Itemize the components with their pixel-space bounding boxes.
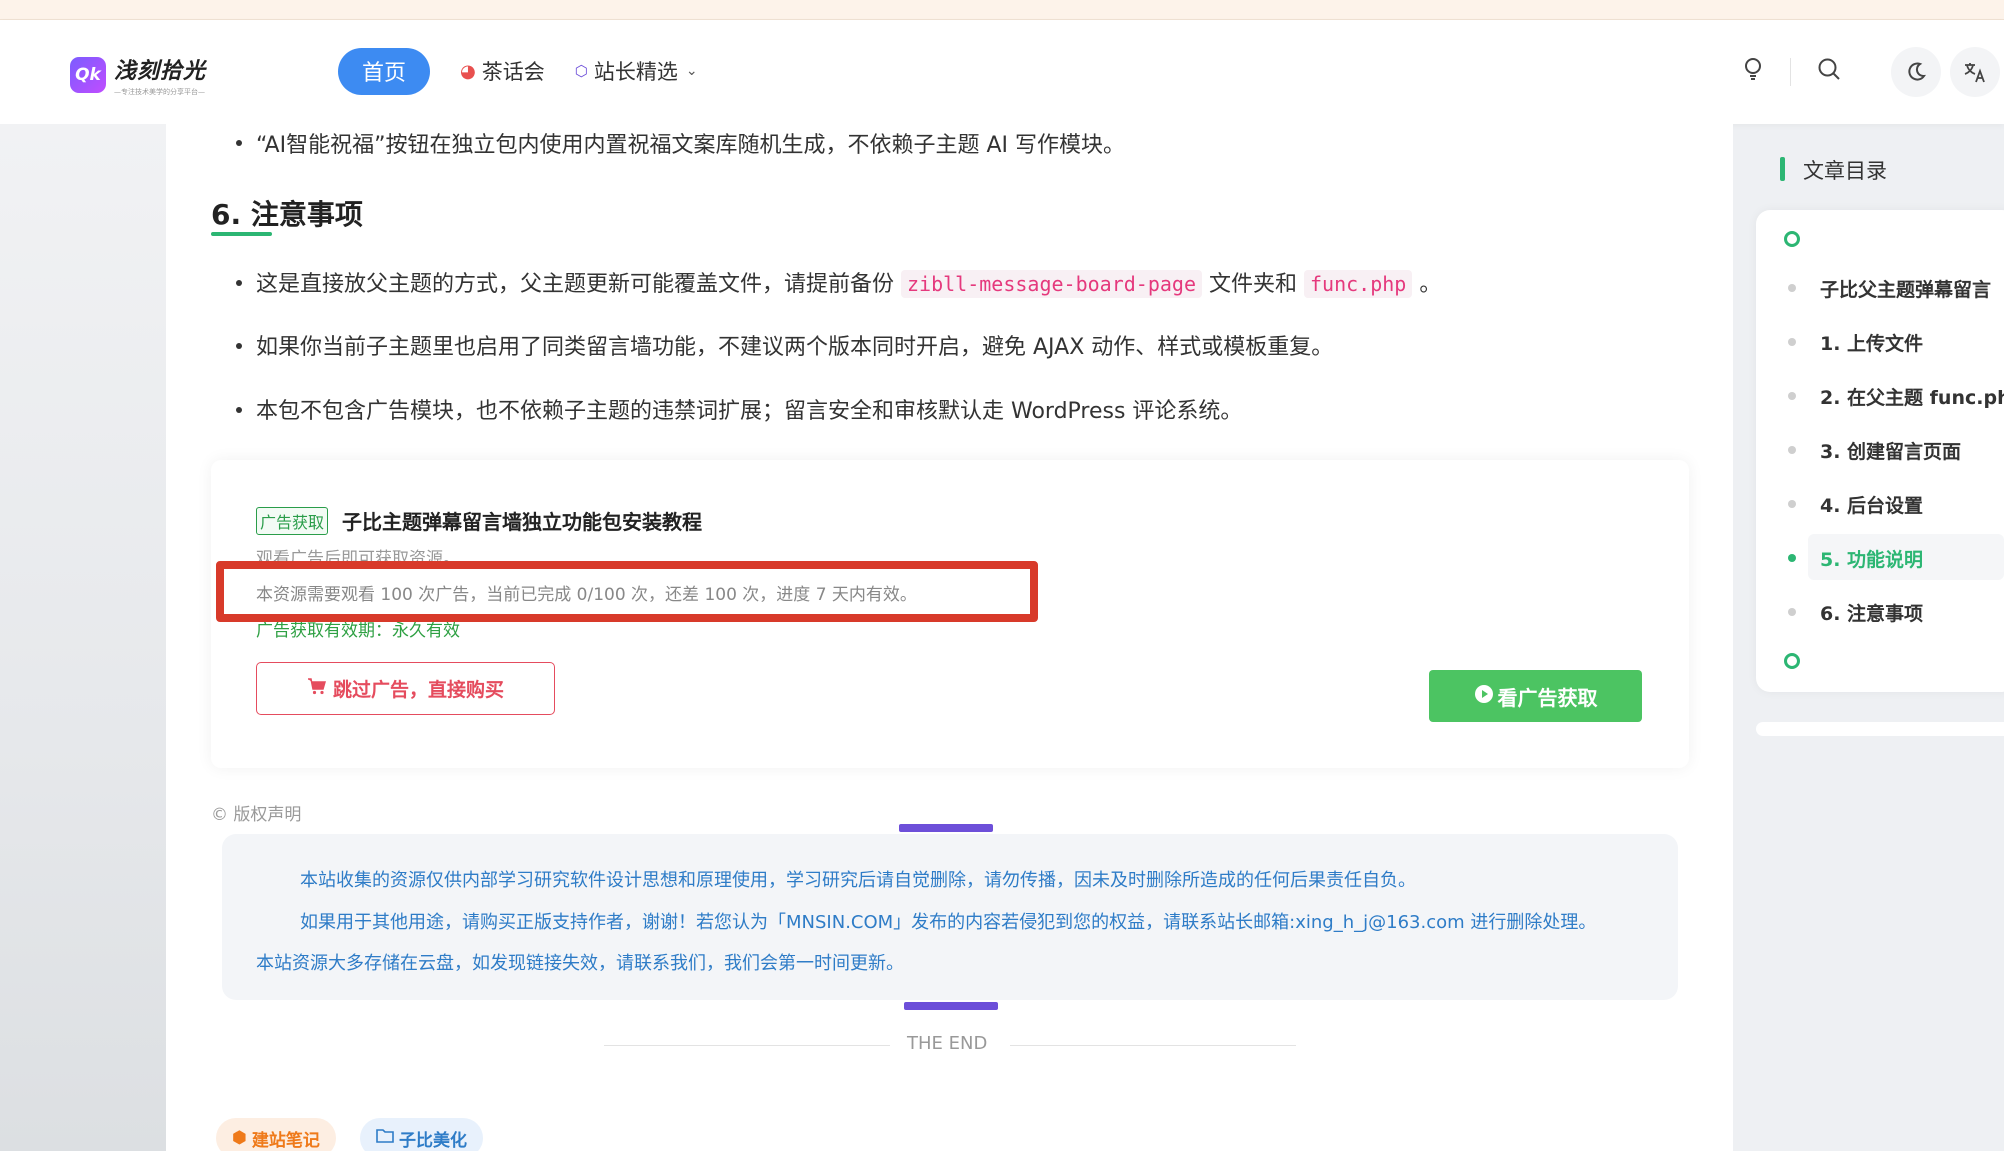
logo-mark-icon: Qk [70, 57, 106, 93]
toc-end-ring [1784, 653, 1800, 669]
cube-icon: ⬢ [232, 1128, 247, 1148]
toc-dot [1788, 446, 1796, 454]
toc-item[interactable]: 6. 注意事项 [1820, 599, 1923, 626]
copyright-icon: © [211, 805, 228, 825]
chevron-down-icon: ⌄ [685, 63, 698, 79]
copyright-line: 如果用于其他用途，请购买正版支持作者，谢谢！若您认为「MNSIN.COM」发布的… [300, 912, 1597, 933]
dark-mode-icon[interactable] [1891, 47, 1941, 97]
watch-ad-label: 看广告获取 [1497, 685, 1598, 710]
nav-tea[interactable]: ◕ 茶话会 [460, 56, 545, 86]
browser-tab-strip [0, 0, 2004, 20]
translate-icon[interactable] [1950, 47, 2000, 97]
bullet-text: 这是直接放父主题的方式，父主题更新可能覆盖文件，请提前备份 [256, 272, 895, 297]
toc-item[interactable]: 子比父主题弹幕留言 [1820, 275, 1991, 302]
play-circle-icon [1474, 684, 1494, 709]
bullet-text: 。 [1419, 272, 1442, 297]
toc-dot [1788, 392, 1796, 400]
copyright-top-accent [899, 824, 993, 832]
nav-picks[interactable]: ⬡ 站长精选 ⌄ [575, 56, 698, 86]
end-divider-right [1010, 1045, 1296, 1046]
toc-dot [1788, 608, 1796, 616]
end-divider-left [604, 1045, 890, 1046]
toc-dot [1788, 338, 1796, 346]
list-bullet [236, 140, 242, 146]
list-bullet [236, 343, 242, 349]
watch-ad-button[interactable]: 看广告获取 [1429, 670, 1642, 722]
inline-code: zibll-message-board-page [901, 270, 1202, 298]
logo-subtitle: —专注技术美学的分享平台— [114, 88, 205, 96]
tag-label: 建站笔记 [251, 1130, 320, 1151]
main-nav: 首页 ◕ 茶话会 ⬡ 站长精选 ⌄ [338, 47, 698, 95]
nav-picks-label: 站长精选 [593, 60, 678, 84]
bullet-text: 文件夹和 [1209, 272, 1298, 297]
copyright-line: 本站资源大多存储在云盘，如发现链接失效，请联系我们，我们会第一时间更新。 [256, 953, 904, 974]
buy-direct-button[interactable]: 跳过广告，直接购买 [256, 662, 555, 715]
cube-icon: ⬡ [574, 62, 588, 80]
toc-item[interactable]: 2. 在父主题 func.ph [1820, 383, 2004, 410]
copyright-line: 本站收集的资源仅供内部学习研究软件设计思想和原理使用，学习研究后请自觉删除，请勿… [300, 870, 1416, 891]
toc-title: 文章目录 [1803, 159, 1887, 183]
list-item: “AI智能祝福”按钮在独立包内使用内置祝福文案库随机生成，不依赖子主题 AI 写… [256, 133, 1126, 158]
tag-label: 子比美化 [399, 1130, 467, 1151]
buy-direct-label: 跳过广告，直接购买 [332, 679, 504, 701]
list-item: 如果你当前子主题里也启用了同类留言墙功能，不建议两个版本同时开启，避免 AJAX… [256, 335, 1334, 360]
tag-zibll-beautify[interactable]: 子比美化 [360, 1118, 483, 1151]
inline-code: func.php [1304, 270, 1413, 298]
site-logo[interactable]: Qk 浅刻拾光 —专注技术美学的分享平台— [70, 53, 206, 97]
header-divider [1790, 58, 1791, 86]
section-title-underline [211, 232, 272, 236]
toc-dot-active [1788, 554, 1796, 562]
highlight-annotation-box [216, 561, 1038, 622]
copyright-label: © 版权声明 [211, 800, 301, 825]
folder-icon [376, 1128, 394, 1148]
search-icon[interactable] [1817, 57, 1841, 87]
the-end-text: THE END [907, 1033, 988, 1054]
site-header: Qk 浅刻拾光 —专注技术美学的分享平台— 首页 ◕ 茶话会 ⬡ 站长精选 ⌄ [0, 20, 2004, 124]
list-item: 这是直接放父主题的方式，父主题更新可能覆盖文件，请提前备份 zibll-mess… [256, 266, 1441, 298]
nav-home[interactable]: 首页 [338, 47, 431, 95]
toc-item[interactable]: 4. 后台设置 [1820, 491, 1923, 518]
ad-tag-badge: 广告获取 [256, 507, 329, 535]
ad-title: 子比主题弹幕留言墙独立功能包安装教程 [342, 510, 702, 534]
toc-dot [1788, 500, 1796, 508]
copyright-label-text: 版权声明 [233, 805, 302, 825]
list-bullet [236, 407, 242, 413]
section-title: 6. 注意事项 [211, 198, 363, 231]
tag-site-notes[interactable]: ⬢ 建站笔记 [216, 1118, 336, 1151]
list-bullet [236, 280, 242, 286]
sidebar-card [1756, 722, 2004, 736]
logo-title: 浅刻拾光 [114, 59, 207, 84]
bulb-icon[interactable] [1742, 57, 1764, 87]
toc-dot [1788, 284, 1796, 292]
list-item: 本包不包含广告模块，也不依赖子主题的违禁词扩展；留言安全和审核默认走 WordP… [256, 399, 1243, 424]
nav-tea-label: 茶话会 [481, 60, 545, 84]
cart-icon [307, 677, 327, 700]
toc-item-active[interactable]: 5. 功能说明 [1820, 545, 1923, 572]
copyright-bottom-accent [904, 1002, 998, 1010]
toc-start-ring [1784, 231, 1800, 247]
toc-item[interactable]: 3. 创建留言页面 [1820, 437, 1961, 464]
toc-title-accent [1780, 157, 1785, 181]
left-background [0, 124, 166, 1151]
chat-bubble-icon: ◕ [460, 60, 476, 82]
toc-item[interactable]: 1. 上传文件 [1820, 329, 1923, 356]
